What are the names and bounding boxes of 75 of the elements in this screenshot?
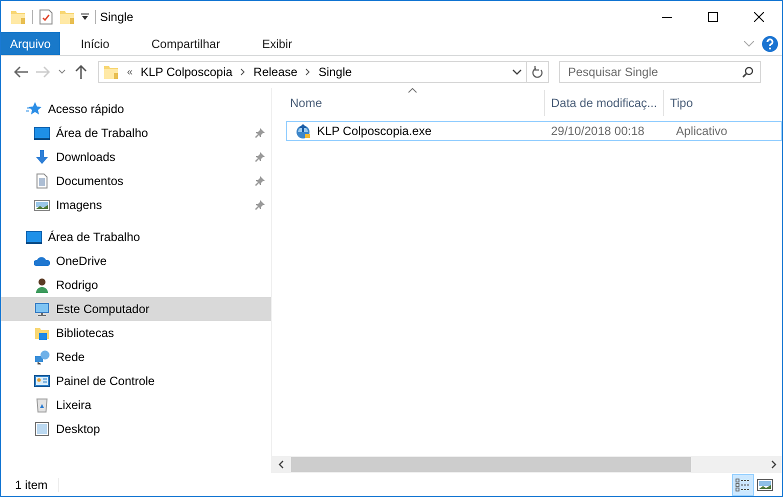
properties-icon[interactable]: [39, 8, 53, 24]
search-input[interactable]: Pesquisar Single: [566, 64, 742, 80]
refresh-button[interactable]: [527, 61, 549, 83]
maximize-icon: [708, 12, 718, 22]
pin-icon: [255, 176, 265, 186]
nav-item[interactable]: Lixeira: [1, 393, 271, 417]
download-icon: [34, 149, 50, 165]
details-view-icon: [735, 478, 751, 492]
pin-icon: [255, 152, 265, 162]
nav-item[interactable]: Bibliotecas: [1, 321, 271, 345]
control-panel-icon: [34, 373, 50, 389]
nav-item[interactable]: Downloads: [1, 145, 271, 169]
dropdown-icon[interactable]: [81, 12, 89, 20]
nav-item[interactable]: Área de Trabalho: [1, 121, 271, 145]
breadcrumb[interactable]: Release: [253, 65, 298, 79]
search-field[interactable]: Pesquisar Single: [559, 61, 761, 83]
nav-item[interactable]: Rodrigo: [1, 273, 271, 297]
overflow-chevron[interactable]: «: [127, 66, 133, 78]
sort-caret-icon: [408, 88, 417, 93]
file-type: Aplicativo: [675, 124, 728, 138]
image-icon: [34, 197, 50, 213]
chevron-icon[interactable]: [240, 68, 246, 76]
nav-item[interactable]: Este Computador: [1, 297, 271, 321]
file-row[interactable]: KLP Colposcopia.exe 29/10/2018 00:18 Aplicativo: [286, 121, 782, 141]
installer-icon: [295, 123, 311, 139]
column-header[interactable]: Data de modificaç...: [545, 90, 664, 116]
nav-item[interactable]: Documentos: [1, 169, 271, 193]
nav-item[interactable]: Painel de Controle: [1, 369, 271, 393]
dropdown-icon[interactable]: [512, 69, 522, 75]
folder-icon: [10, 8, 26, 24]
nav-item[interactable]: OneDrive: [1, 249, 271, 273]
close-icon: [754, 12, 764, 22]
folder-icon: [103, 64, 119, 80]
column-header[interactable]: Tipo: [664, 90, 782, 116]
back-arrow-icon: [14, 66, 28, 78]
recycle-bin-icon: [34, 397, 50, 413]
breadcrumb[interactable]: KLP Colposcopia: [140, 65, 232, 79]
computer-icon: [34, 301, 50, 317]
forward-arrow-icon: [36, 66, 50, 78]
network-icon: [34, 349, 50, 365]
breadcrumb[interactable]: Single: [318, 65, 352, 79]
search-icon: [742, 66, 754, 78]
chevron-icon[interactable]: [305, 68, 310, 76]
ribbon-tab[interactable]: Compartilhar: [137, 32, 234, 55]
ribbon-tab[interactable]: Arquivo: [1, 32, 60, 55]
document-icon: [34, 173, 50, 189]
ribbon-tab[interactable]: Início: [66, 32, 124, 55]
monitor-icon: [34, 125, 50, 141]
nav-item[interactable]: Imagens: [1, 193, 271, 217]
help-icon[interactable]: [762, 36, 778, 52]
monitor-icon: [26, 229, 42, 245]
nav-item[interactable]: Acesso rápido: [1, 97, 271, 121]
caret-icon: [58, 69, 66, 75]
ribbon-tab[interactable]: Exibir: [248, 32, 306, 55]
horizontal-scrollbar[interactable]: [272, 456, 782, 473]
refresh-icon: [532, 66, 544, 78]
pin-icon: [255, 200, 265, 210]
star-icon: [26, 101, 42, 117]
folder-icon: [34, 421, 50, 437]
item-count: 1 item: [15, 478, 59, 492]
nav-item[interactable]: Área de Trabalho: [1, 225, 271, 249]
view-button[interactable]: [732, 474, 754, 496]
address-field[interactable]: « KLP Colposcopia Release Single: [98, 61, 527, 83]
nav-item[interactable]: Desktop: [1, 417, 271, 441]
column-header[interactable]: Nome: [272, 90, 545, 116]
large-icons-view-icon: [757, 478, 773, 492]
modified-date: 29/10/2018 00:18: [550, 124, 646, 138]
pin-icon: [255, 128, 265, 138]
new-folder-icon: [59, 8, 75, 24]
user-icon: [34, 277, 50, 293]
nav-item[interactable]: Rede: [1, 345, 271, 369]
window-title: Single: [100, 10, 134, 24]
file-name: KLP Colposcopia.exe: [317, 124, 432, 138]
up-arrow-icon: [75, 65, 87, 79]
library-icon: [34, 325, 50, 341]
